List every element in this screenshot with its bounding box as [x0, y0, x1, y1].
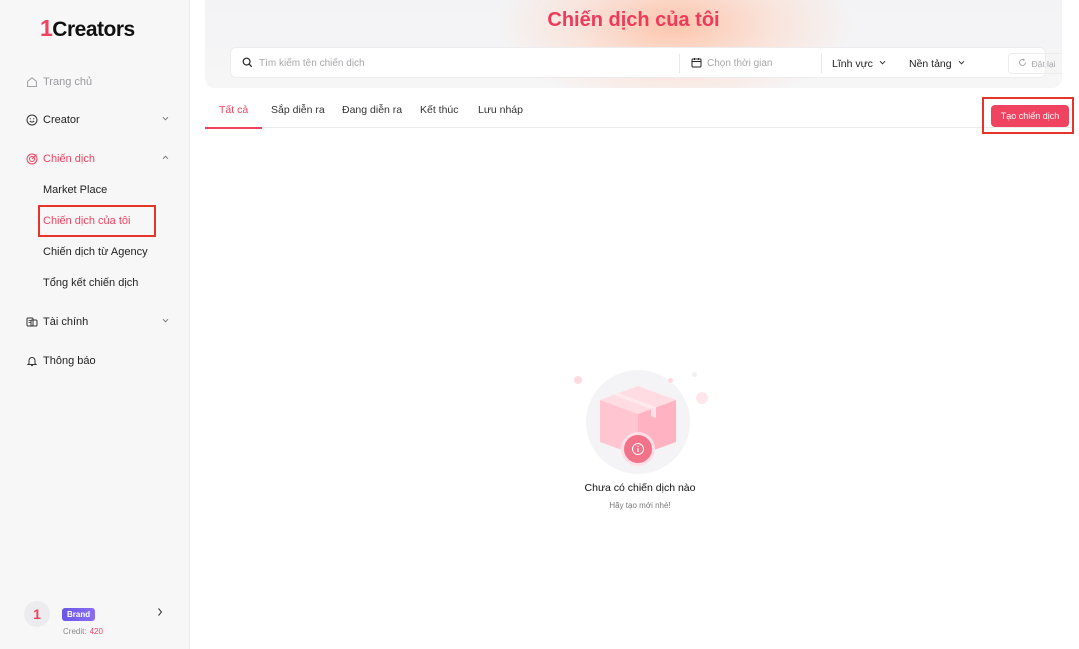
chevron-down-icon [957, 58, 966, 70]
empty-title: Chưa có chiến dịch nào [584, 482, 696, 494]
create-campaign-button[interactable]: Tạo chiến dịch [991, 105, 1069, 127]
sidebar-item-campaign[interactable]: Chiến dịch [26, 148, 176, 170]
search-icon [242, 57, 253, 71]
sidebar-item-label: Tài chính [43, 316, 89, 328]
sidebar-item-label: Creator [43, 114, 80, 126]
brand-badge: Brand [62, 608, 96, 621]
divider [821, 54, 822, 73]
bell-icon [26, 355, 38, 367]
tab-upcoming[interactable]: Sắp diễn ra [271, 104, 325, 128]
sidebar-item-notifications[interactable]: Thông báo [26, 350, 176, 372]
logo-mark: 1 [40, 15, 53, 41]
decor-dot [696, 392, 708, 404]
search-input[interactable]: Tìm kiếm tên chiến dịch [242, 48, 365, 79]
home-icon [26, 76, 38, 88]
decor-dot [574, 376, 582, 384]
target-icon [26, 153, 38, 165]
refresh-icon [1018, 58, 1027, 69]
sidebar-item-finance[interactable]: Tài chính [26, 311, 176, 333]
avatar: 1 [24, 601, 50, 627]
filter-bar: Tìm kiếm tên chiến dịch Chọn thời gian L… [230, 47, 1062, 79]
reset-label: Đặt lại [1031, 58, 1056, 69]
tab-ongoing[interactable]: Đang diễn ra [342, 104, 402, 128]
info-icon [621, 432, 655, 466]
field-dropdown-label: Lĩnh vực [832, 57, 873, 70]
wallet-icon [26, 316, 38, 328]
sidebar-item-home[interactable]: Trang chủ [26, 71, 176, 93]
smile-icon [26, 114, 38, 126]
chevron-up-icon [161, 153, 170, 165]
credit-value: 420 [89, 627, 103, 636]
logo-text: Creators [52, 18, 135, 41]
sidebar-subitem-campaign-summary[interactable]: Tổng kết chiến dịch [43, 273, 138, 293]
credit-label: Credit: [63, 627, 87, 636]
platform-dropdown[interactable]: Nền tảng [909, 48, 966, 79]
tab-ended[interactable]: Kết thúc [420, 104, 459, 128]
field-dropdown[interactable]: Lĩnh vực [832, 48, 887, 79]
reset-button[interactable]: Đặt lại [1008, 53, 1062, 74]
chevron-down-icon [878, 58, 887, 70]
date-picker[interactable]: Chọn thời gian [691, 48, 773, 79]
chevron-right-icon[interactable] [156, 607, 164, 620]
date-placeholder: Chọn thời gian [707, 58, 773, 69]
logo[interactable]: 1 Creators [40, 15, 135, 42]
sidebar: 1 Creators Trang chủ Creator Chiến dịch … [0, 0, 190, 649]
tab-all[interactable]: Tất cả [204, 104, 263, 129]
empty-state: Chưa có chiến dịch nào Hãy tạo mới nhé! [540, 360, 740, 520]
create-button-highlight: Tạo chiến dịch [982, 97, 1074, 134]
platform-dropdown-label: Nền tảng [909, 57, 952, 70]
sidebar-item-creator[interactable]: Creator [26, 109, 176, 131]
divider [679, 54, 680, 73]
credit-info: Credit: 420 [63, 627, 103, 636]
sidebar-item-label: Trang chủ [43, 76, 93, 88]
empty-subtitle: Hãy tạo mới nhé! [609, 501, 671, 510]
calendar-icon [691, 57, 702, 71]
sidebar-subitem-agency-campaigns[interactable]: Chiến dịch từ Agency [43, 242, 148, 262]
decor-dot [692, 372, 697, 377]
chevron-down-icon [161, 316, 170, 328]
chevron-down-icon [161, 114, 170, 126]
sidebar-item-label: Thông báo [43, 355, 96, 367]
selection-highlight [38, 205, 156, 237]
tab-draft[interactable]: Lưu nháp [478, 104, 523, 128]
sidebar-item-label: Chiến dịch [43, 153, 95, 165]
search-placeholder: Tìm kiếm tên chiến dịch [259, 58, 365, 69]
campaign-tabs: Tất cả Sắp diễn ra Đang diễn ra Kết thúc… [204, 100, 1073, 129]
user-account[interactable]: 1 Brand Credit: 420 [24, 601, 174, 641]
sidebar-subitem-marketplace[interactable]: Market Place [43, 180, 107, 200]
page-title: Chiến dịch của tôi [547, 9, 720, 31]
page-header: Chiến dịch của tôi Tìm kiếm tên chiến dị… [205, 0, 1062, 88]
